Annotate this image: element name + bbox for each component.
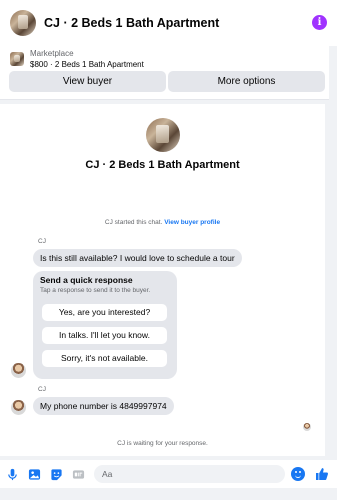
listing-buttons: View buyer More options — [9, 71, 325, 92]
buyer-avatar[interactable] — [11, 363, 26, 378]
chat-started-note: CJ started this chat. View buyer profile — [0, 219, 325, 226]
quick-response-card: Send a quick response Tap a response to … — [33, 271, 177, 379]
intro-avatar — [145, 118, 180, 152]
chat-thread[interactable]: CJ · 2 Beds 1 Bath Apartment CJ started … — [0, 104, 325, 456]
intro-title: CJ · 2 Beds 1 Bath Apartment — [85, 159, 240, 171]
microphone-icon[interactable] — [6, 468, 19, 481]
listing-label: Marketplace — [30, 49, 74, 58]
chat-header: CJ · 2 Beds 1 Bath Apartment i — [0, 0, 337, 46]
gif-icon[interactable] — [72, 468, 85, 481]
listing-avatar[interactable] — [10, 9, 36, 36]
scrollbar[interactable] — [329, 46, 337, 456]
quick-response-subtitle: Tap a response to send it to the buyer. — [40, 287, 151, 294]
seen-indicator-avatar — [303, 423, 311, 431]
message-composer: Aa — [0, 460, 337, 488]
quick-response-not-available-button[interactable]: Sorry, it's not available. — [42, 350, 167, 367]
marketplace-listing-bar: Marketplace $800 · 2 Beds 1 Bath Apartme… — [0, 44, 337, 100]
sender-name: CJ — [38, 238, 46, 245]
info-icon[interactable]: i — [312, 15, 327, 30]
chat-intro: CJ · 2 Beds 1 Bath Apartment — [0, 118, 325, 171]
message-bubble[interactable]: Is this still available? I would love to… — [33, 249, 242, 267]
quick-response-title: Send a quick response — [40, 275, 133, 285]
image-icon[interactable] — [28, 468, 41, 481]
buyer-avatar[interactable] — [11, 400, 26, 415]
message-bubble[interactable]: My phone number is 4849997974 — [33, 397, 174, 415]
listing-row: Marketplace $800 · 2 Beds 1 Bath Apartme… — [0, 44, 337, 70]
view-buyer-profile-link[interactable]: View buyer profile — [164, 219, 220, 226]
quick-response-in-talks-button[interactable]: In talks. I'll let you know. — [42, 327, 167, 344]
more-options-button[interactable]: More options — [168, 71, 325, 92]
emoji-button[interactable] — [291, 465, 307, 483]
sender-name: CJ — [38, 386, 46, 393]
waiting-note: CJ is waiting for your response. — [117, 440, 208, 447]
listing-thumbnail — [10, 52, 24, 66]
chat-started-text: CJ started this chat. — [104, 219, 163, 226]
view-buyer-button[interactable]: View buyer — [9, 71, 166, 92]
message-input[interactable]: Aa — [94, 465, 285, 483]
sticker-icon[interactable] — [50, 468, 63, 481]
like-icon[interactable] — [315, 467, 329, 481]
listing-text: Marketplace $800 · 2 Beds 1 Bath Apartme… — [30, 48, 144, 70]
listing-summary: $800 · 2 Beds 1 Bath Apartment — [30, 60, 144, 69]
chat-title[interactable]: CJ · 2 Beds 1 Bath Apartment — [44, 16, 312, 30]
emoji-icon[interactable] — [291, 467, 305, 481]
quick-response-yes-button[interactable]: Yes, are you interested? — [42, 304, 167, 321]
